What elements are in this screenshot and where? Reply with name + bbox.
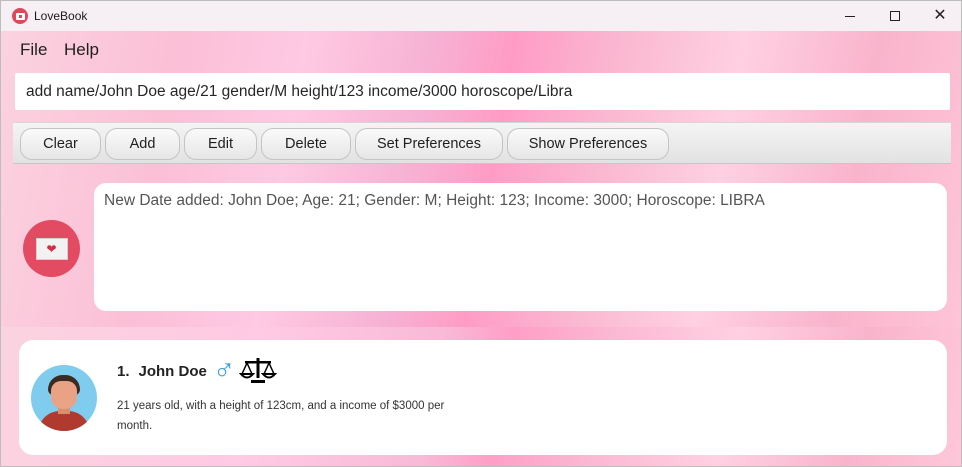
love-letter-icon: ❤ [23, 220, 80, 277]
maximize-icon [890, 11, 900, 21]
menu-file[interactable]: File [20, 40, 47, 60]
libra-scales-icon [239, 358, 278, 383]
card-index: 1. [117, 362, 130, 380]
minimize-icon [845, 15, 855, 17]
add-button[interactable]: Add [105, 128, 180, 160]
maximize-button[interactable] [872, 1, 918, 31]
set-preferences-button[interactable]: Set Preferences [355, 128, 503, 160]
card-header: 1. John Doe ♂ [117, 354, 278, 387]
window-title: LoveBook [34, 9, 88, 23]
button-toolbar: Clear Add Edit Delete Set Preferences Sh… [13, 122, 951, 164]
result-area: ❤ New Date added: John Doe; Age: 21; Gen… [1, 171, 961, 324]
command-input[interactable]: add name/John Doe age/21 gender/M height… [15, 73, 950, 110]
menu-help[interactable]: Help [64, 40, 99, 60]
app-logo-icon [12, 8, 28, 24]
result-display: New Date added: John Doe; Age: 21; Gende… [94, 183, 947, 311]
show-preferences-button[interactable]: Show Preferences [507, 128, 669, 160]
close-icon: ✕ [933, 7, 947, 24]
card-description: 21 years old, with a height of 123cm, an… [117, 400, 445, 432]
minimize-button[interactable] [827, 1, 873, 31]
close-button[interactable]: ✕ [917, 1, 961, 31]
app-window: LoveBook ✕ File Help add name/John Doe a… [0, 0, 962, 467]
edit-button[interactable]: Edit [184, 128, 257, 160]
delete-button[interactable]: Delete [261, 128, 351, 160]
title-bar: LoveBook ✕ [1, 1, 961, 31]
male-gender-icon: ♂ [212, 354, 236, 387]
avatar [31, 365, 97, 431]
menu-bar: File Help [1, 31, 961, 67]
clear-button[interactable]: Clear [20, 128, 101, 160]
card-name: John Doe [138, 362, 207, 380]
date-list-panel: 1. John Doe ♂ 21 years old, with a heigh… [1, 327, 961, 466]
list-item[interactable]: 1. John Doe ♂ 21 years old, with a heigh… [19, 340, 947, 455]
